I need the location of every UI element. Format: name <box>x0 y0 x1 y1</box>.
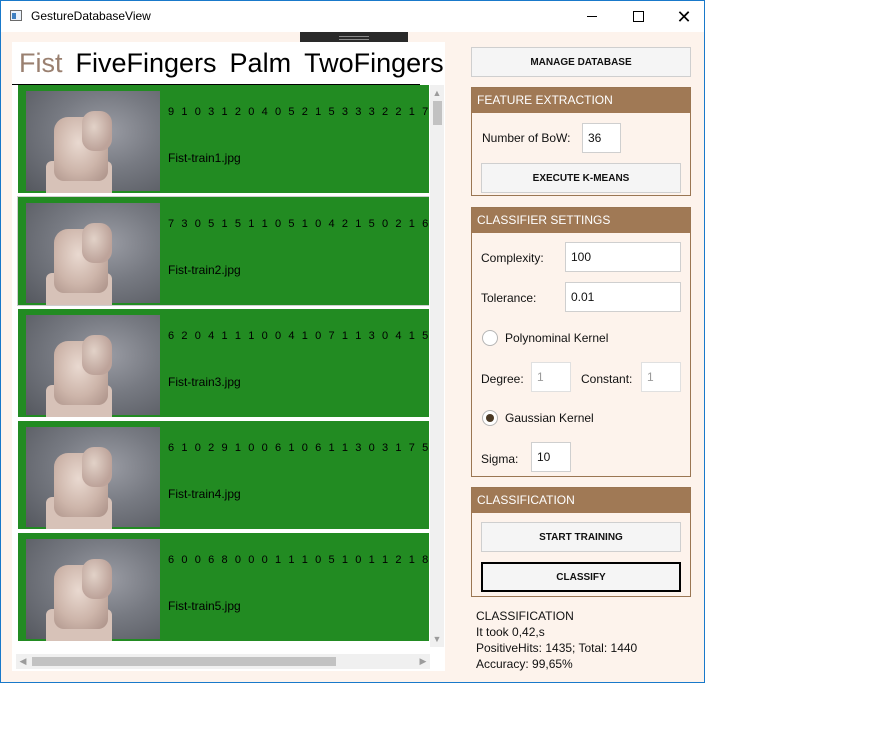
thumbnail-image <box>26 203 160 305</box>
degree-field[interactable]: 1 <box>531 362 571 392</box>
bow-label: Number of BoW: <box>482 131 571 145</box>
list-item[interactable]: 6 2 0 4 1 1 1 0 0 4 1 0 7 1 1 3 0 4 1 5 … <box>18 309 429 417</box>
classification-header: CLASSIFICATION <box>472 488 690 513</box>
tab-twofingers[interactable]: TwoFingers <box>297 42 450 84</box>
feature-vector: 9 1 0 3 1 2 0 4 0 5 2 1 5 3 3 3 2 2 1 7 … <box>168 106 429 118</box>
image-list: 9 1 0 3 1 2 0 4 0 5 2 1 5 3 3 3 2 2 1 7 … <box>16 85 429 645</box>
window-title: GestureDatabaseView <box>31 9 151 23</box>
close-button[interactable]: ✕ <box>661 1 707 32</box>
feature-vector: 6 0 0 6 8 0 0 0 1 1 1 0 5 1 0 1 1 2 1 8 … <box>168 554 429 566</box>
polynomial-kernel-label: Polynominal Kernel <box>505 331 609 345</box>
classifier-settings-group: CLASSIFIER SETTINGS Complexity: 100 Tole… <box>471 207 691 477</box>
gaussian-kernel-radio[interactable] <box>482 410 498 426</box>
sigma-label: Sigma: <box>481 452 519 466</box>
drag-grip[interactable] <box>300 32 408 42</box>
thumbnail-image <box>26 91 160 193</box>
degree-label: Degree: <box>481 372 524 386</box>
feature-vector: 6 1 0 2 9 1 0 0 6 1 0 6 1 1 3 0 3 1 7 5 … <box>168 442 429 454</box>
file-name: Fist-train1.jpg <box>168 151 241 165</box>
results-accuracy: Accuracy: 99,65% <box>476 657 573 671</box>
list-item[interactable]: 7 3 0 5 1 5 1 1 0 5 1 0 4 2 1 5 0 2 1 6 … <box>17 196 429 306</box>
vertical-scroll-thumb[interactable] <box>433 101 442 125</box>
gesture-tabs: Fist FiveFingers Palm TwoFingers <box>12 42 444 85</box>
bow-field[interactable]: 36 <box>582 123 621 153</box>
minimize-icon <box>587 16 597 17</box>
file-name: Fist-train5.jpg <box>168 599 241 613</box>
tolerance-label: Tolerance: <box>481 291 537 305</box>
tab-fivefingers[interactable]: FiveFingers <box>69 42 223 84</box>
app-icon <box>10 10 22 21</box>
feature-vector: 7 3 0 5 1 5 1 1 0 5 1 0 4 2 1 5 0 2 1 6 … <box>168 218 429 230</box>
app-window: GestureDatabaseView ✕ Fist FiveFingers P… <box>0 0 705 683</box>
minimize-button[interactable] <box>569 1 615 32</box>
list-item[interactable]: 6 0 0 6 8 0 0 0 1 1 1 0 5 1 0 1 1 2 1 8 … <box>18 533 429 641</box>
list-item[interactable]: 9 1 0 3 1 2 0 4 0 5 2 1 5 3 3 3 2 2 1 7 … <box>18 85 429 193</box>
classify-button[interactable]: CLASSIFY <box>481 562 681 592</box>
scroll-left-icon[interactable]: ◀ <box>16 654 30 669</box>
tolerance-field[interactable]: 0.01 <box>565 282 681 312</box>
classification-group: CLASSIFICATION START TRAINING CLASSIFY <box>471 487 691 597</box>
complexity-field[interactable]: 100 <box>565 242 681 272</box>
feature-vector: 6 2 0 4 1 1 1 0 0 4 1 0 7 1 1 3 0 4 1 5 … <box>168 330 429 342</box>
manage-database-button[interactable]: MANAGE DATABASE <box>471 47 691 77</box>
file-name: Fist-train4.jpg <box>168 487 241 501</box>
feature-extraction-header: FEATURE EXTRACTION <box>472 88 690 113</box>
maximize-button[interactable] <box>615 1 661 32</box>
close-icon: ✕ <box>676 6 692 27</box>
list-item[interactable]: 6 1 0 2 9 1 0 0 6 1 0 6 1 1 3 0 3 1 7 5 … <box>18 421 429 529</box>
scroll-right-icon[interactable]: ▶ <box>416 654 430 669</box>
scroll-down-icon[interactable]: ▼ <box>430 633 444 645</box>
tab-fist[interactable]: Fist <box>12 42 69 84</box>
scroll-up-icon[interactable]: ▲ <box>430 87 444 99</box>
vertical-scrollbar[interactable]: ▲ ▼ <box>430 85 444 647</box>
horizontal-scrollbar[interactable]: ◀ ▶ <box>16 654 430 669</box>
classifier-settings-header: CLASSIFIER SETTINGS <box>472 208 690 233</box>
maximize-icon <box>632 11 644 22</box>
horizontal-scroll-thumb[interactable] <box>32 657 336 666</box>
sigma-field[interactable]: 10 <box>531 442 571 472</box>
file-name: Fist-train3.jpg <box>168 375 241 389</box>
thumbnail-image <box>26 315 160 417</box>
title-bar: GestureDatabaseView ✕ <box>1 1 704 32</box>
thumbnail-image <box>26 427 160 529</box>
classification-results: CLASSIFICATION It took 0,42,s PositiveHi… <box>476 608 637 672</box>
gesture-list-pane: Fist FiveFingers Palm TwoFingers 9 1 0 3… <box>12 42 445 671</box>
results-hits: PositiveHits: 1435; Total: 1440 <box>476 641 638 655</box>
thumbnail-image <box>26 539 160 641</box>
results-title: CLASSIFICATION <box>476 609 574 623</box>
gaussian-kernel-label: Gaussian Kernel <box>505 411 594 425</box>
results-time: It took 0,42,s <box>476 625 545 639</box>
file-name: Fist-train2.jpg <box>168 263 241 277</box>
polynomial-kernel-radio[interactable] <box>482 330 498 346</box>
feature-extraction-group: FEATURE EXTRACTION Number of BoW: 36 EXE… <box>471 87 691 196</box>
constant-field[interactable]: 1 <box>641 362 681 392</box>
complexity-label: Complexity: <box>481 251 544 265</box>
constant-label: Constant: <box>581 372 633 386</box>
start-training-button[interactable]: START TRAINING <box>481 522 681 552</box>
execute-kmeans-button[interactable]: EXECUTE K-MEANS <box>481 163 681 193</box>
tab-palm[interactable]: Palm <box>223 42 298 84</box>
